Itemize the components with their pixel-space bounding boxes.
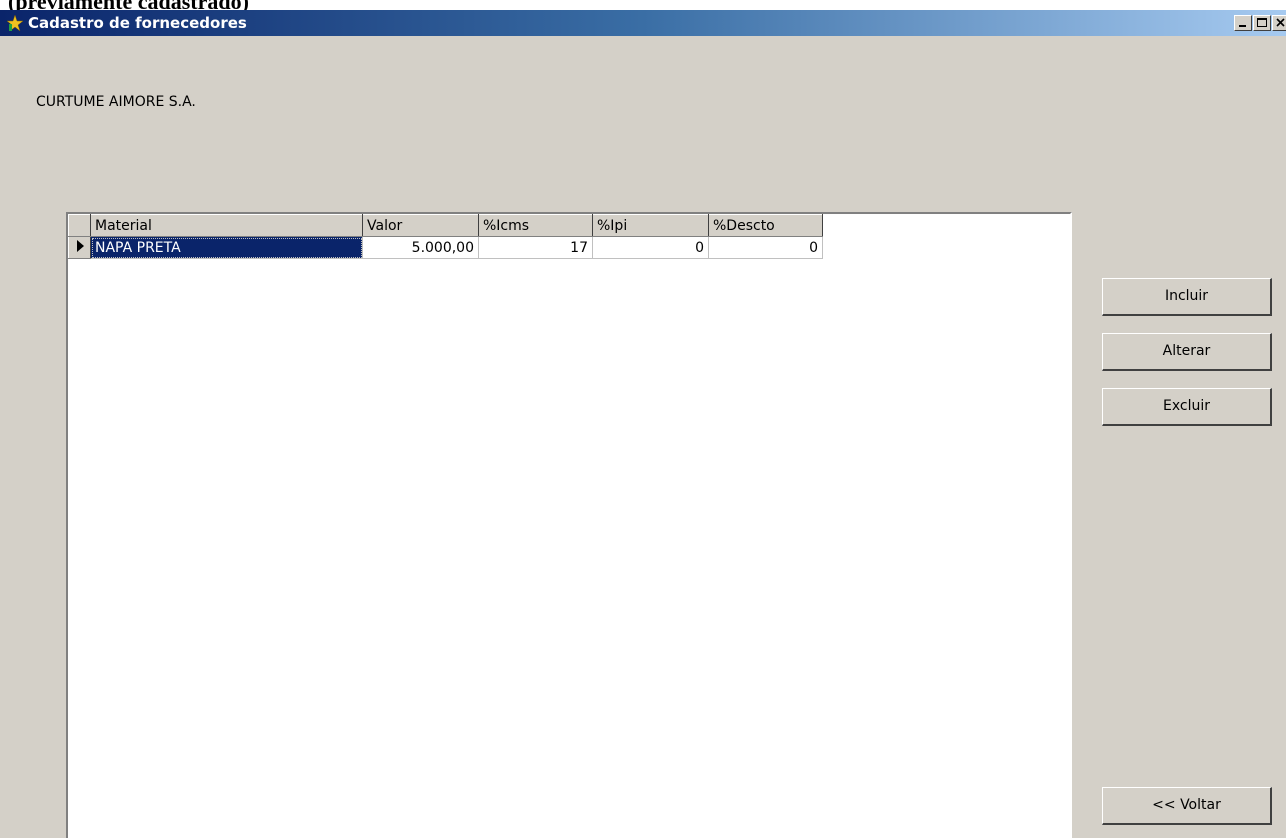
- alterar-button[interactable]: Alterar: [1102, 333, 1272, 371]
- cell-ipi[interactable]: 0: [592, 236, 709, 259]
- cell-descto[interactable]: 0: [708, 236, 823, 259]
- cell-material[interactable]: NAPA PRETA: [90, 236, 363, 259]
- row-indicator[interactable]: [68, 236, 91, 259]
- table-row[interactable]: NAPA PRETA 5.000,00 17 0 0: [68, 236, 823, 259]
- minimize-icon: [1239, 25, 1246, 27]
- minimize-button[interactable]: [1234, 15, 1252, 31]
- maximize-icon: [1257, 18, 1267, 27]
- company-name: CURTUME AIMORE S.A.: [36, 94, 196, 110]
- column-header-material[interactable]: Material: [90, 214, 363, 237]
- column-header-icms[interactable]: %Icms: [478, 214, 593, 237]
- close-button[interactable]: [1272, 15, 1286, 31]
- materials-grid[interactable]: Material Valor %Icms %Ipi %Descto NAPA P…: [66, 212, 1072, 838]
- cell-valor[interactable]: 5.000,00: [362, 236, 479, 259]
- title-bar[interactable]: Cadastro de fornecedores: [0, 10, 1286, 36]
- voltar-button[interactable]: << Voltar: [1102, 787, 1272, 825]
- row-pointer-icon: [76, 239, 84, 252]
- column-header-valor[interactable]: Valor: [362, 214, 479, 237]
- incluir-button[interactable]: Incluir: [1102, 278, 1272, 316]
- window-title: Cadastro de fornecedores: [28, 14, 247, 32]
- maximize-button[interactable]: [1253, 15, 1271, 31]
- app-icon: [6, 14, 24, 32]
- column-header-descto[interactable]: %Descto: [708, 214, 823, 237]
- close-icon: [1276, 18, 1285, 27]
- supplier-window: Cadastro de fornecedores CURTUME AIMORE …: [0, 10, 1286, 838]
- excluir-button[interactable]: Excluir: [1102, 388, 1272, 426]
- cell-icms[interactable]: 17: [478, 236, 593, 259]
- column-header-ipi[interactable]: %Ipi: [592, 214, 709, 237]
- grid-header-row: Material Valor %Icms %Ipi %Descto: [68, 214, 823, 237]
- row-indicator-header: [68, 214, 91, 237]
- materials-table: Material Valor %Icms %Ipi %Descto NAPA P…: [68, 214, 823, 259]
